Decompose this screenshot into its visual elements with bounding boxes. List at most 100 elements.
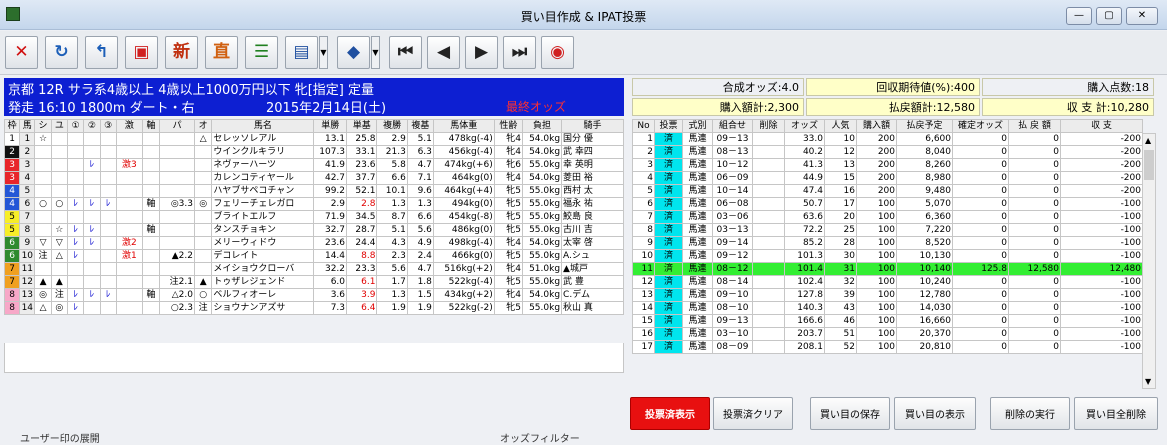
horse-col-header[interactable]: ③ [99,119,117,133]
bet-cell-v[interactable]: 済 [654,301,683,315]
bet-cell-v[interactable]: 済 [654,314,683,328]
horse-row[interactable]: 7 12 ▲ ▲ 注2.1 ▲ トゥザレジェンド 6.0 6.1 1.7 1.8 522kg(-4) 牝… [3,275,624,289]
ipat-button[interactable]: ◉ [541,36,574,69]
prior-button[interactable]: 直 [205,36,238,69]
close-window-button[interactable]: ✕ [1126,7,1158,25]
bet-row[interactable]: 5 済馬連 10－14 47.4 16 200 9,480 0 0 -200 [632,184,1143,198]
bet-cell-d[interactable] [752,340,785,354]
bet-col-header[interactable]: オッズ [784,119,825,133]
horse-col-header[interactable]: 負担 [521,119,563,133]
bet-row[interactable]: 17 済馬連 08－09 208.1 52 100 20,810 0 0 -100 [632,340,1143,354]
bet-cell-d[interactable] [752,262,785,276]
bet-row[interactable]: 2 済馬連 08－13 40.2 12 200 8,040 0 0 -200 [632,145,1143,159]
bet-row[interactable]: 13 済馬連 09－10 127.8 39 100 12,780 0 0 -100 [632,288,1143,302]
dropdown-arrow-icon[interactable]: ▼ [371,36,380,69]
horse-row[interactable]: 6 10 注 △ ﾚ 激1 ▲2.2 デコレイト 14.4 8.8 2.3 2.4 466kg(0) 牝5… [3,249,624,263]
horse-col-header[interactable]: ② [83,119,101,133]
bet-cell-v[interactable]: 済 [654,327,683,341]
bet-cell-d[interactable] [752,236,785,250]
bet-cell-v[interactable]: 済 [654,197,683,211]
bet-row[interactable]: 7 済馬連 03－06 63.6 20 100 6,360 0 0 -100 [632,210,1143,224]
list-button[interactable]: ☰ [245,36,278,69]
bet-row[interactable]: 11 済馬連 08－12 101.4 31 100 10,140 125.8 12,580 12,… [632,262,1143,276]
bet-col-header[interactable]: 払 戻 額 [1008,119,1061,133]
horse-col-header[interactable]: 単勝 [313,119,348,133]
bet-cell-d[interactable] [752,288,785,302]
bet-cell-d[interactable] [752,184,785,198]
bet-col-header[interactable]: No [632,119,655,133]
horse-col-header[interactable]: 馬体重 [432,119,495,133]
odds-button[interactable]: ▣ [125,36,158,69]
bet-cell-d[interactable] [752,249,785,263]
bet-cell-v[interactable]: 済 [654,145,683,159]
bet-col-header[interactable]: 人気 [824,119,857,133]
bet-cell-v[interactable]: 済 [654,132,683,146]
bet-cell-v[interactable]: 済 [654,275,683,289]
newspaper-button[interactable]: 新 [165,36,198,69]
scroll-down-icon[interactable]: ▼ [1145,377,1151,386]
bet-col-header[interactable]: 払戻予定 [896,119,953,133]
bet-cell-d[interactable] [752,327,785,341]
horse-col-header[interactable]: 騎手 [561,119,624,133]
form-button[interactable]: ▤ [285,36,318,69]
bet-cell-d[interactable] [752,301,785,315]
bet-cell-d[interactable] [752,171,785,185]
bet-row[interactable]: 1 済馬連 09－13 33.0 10 200 6,600 0 0 -200 [632,132,1143,146]
next-button[interactable]: ▶ [465,36,498,69]
bet-cell-v[interactable]: 済 [654,340,683,354]
voted-clear-button[interactable]: 投票済クリア [713,397,793,430]
horse-row[interactable]: 3 3 ﾚ 激3 ネヴァーハーツ 41.9 23.6 5.8 4.7 474kg(+6) 牝6 55.… [3,158,624,172]
dropdown-arrow-icon[interactable]: ▼ [319,36,328,69]
horse-row[interactable]: 4 5 ハヤブサペコチャン 99.2 52.1 10.1 9.6 464kg(+4) 牝5 55.… [3,184,624,198]
horse-row[interactable]: 2 2 ウインクルキラリ 107.3 33.1 21.3 6.3 456kg(-4) 牝4 54.… [3,145,624,159]
refresh-button[interactable]: ↻ [45,36,78,69]
bet-col-header[interactable]: 組合せ [712,119,753,133]
bet-row[interactable]: 3 済馬連 10－12 41.3 13 200 8,260 0 0 -200 [632,158,1143,172]
horse-col-header[interactable]: シ [34,119,52,133]
bet-cell-d[interactable] [752,158,785,172]
bet-col-header[interactable]: 投票 [654,119,683,133]
bet-cell-d[interactable] [752,314,785,328]
bet-cell-v[interactable]: 済 [654,158,683,172]
maximize-button[interactable]: ▢ [1096,7,1122,25]
bet-cell-v[interactable]: 済 [654,210,683,224]
return-button[interactable]: ↰ [85,36,118,69]
delete-exec-button[interactable]: 削除の実行 [990,397,1070,430]
horse-row[interactable]: 1 1 ☆ △ セレッソレアル 13.1 25.8 2.9 5.1 478kg(-4) 牝4 54.0… [3,132,624,146]
save-bets-button[interactable]: 買い目の保存 [810,397,890,430]
horse-col-header[interactable]: 複勝 [376,119,408,133]
horse-row[interactable]: 5 8 ☆ ﾚﾚ軸タンスチョキン 32.7 28.7 5.1 5.6 486kg(0) 牝5 55.… [3,223,624,237]
horse-col-header[interactable]: ユ [50,119,68,133]
horse-col-header[interactable]: 性齢 [493,119,523,133]
horse-col-header[interactable]: ① [66,119,85,133]
close-button[interactable]: ✕ [5,36,38,69]
bet-cell-v[interactable]: 済 [654,236,683,250]
bet-row[interactable]: 10 済馬連 09－12 101.3 30 100 10,130 0 0 -100 [632,249,1143,263]
bet-row[interactable]: 6 済馬連 06－08 50.7 17 100 5,070 0 0 -100 [632,197,1143,211]
bet-cell-v[interactable]: 済 [654,262,683,276]
horse-col-header[interactable]: 枠 [3,119,21,133]
bet-cell-v[interactable]: 済 [654,223,683,237]
horse-col-header[interactable]: 複基 [406,119,434,133]
vote-button[interactable]: ◆ [337,36,370,69]
bet-row[interactable]: 14 済馬連 08－10 140.3 43 100 14,030 0 0 -100 [632,301,1143,315]
scroll-up-icon[interactable]: ▲ [1145,136,1151,145]
horse-row[interactable]: 8 13 ◎ 注ﾚﾚﾚ軸 △2.0 ○ ベルフィオーレ 3.6 3.9 1.3 1.5 434kg(+… [3,288,624,302]
horse-row[interactable]: 6 9 ▽ ▽ ﾚﾚ激2 メリーウィドウ 23.6 24.4 4.3 4.9 498kg(-4) 牝4… [3,236,624,250]
horse-row[interactable]: 8 14 △ ◎ ﾚ ○2.3 注ショウナンアズサ 7.3 6.4 1.9 1.9 522kg(-2)… [3,301,624,315]
horse-col-header[interactable]: 軸 [141,119,161,133]
bet-col-header[interactable]: 式別 [682,119,713,133]
bet-cell-v[interactable]: 済 [654,249,683,263]
bet-row[interactable]: 12 済馬連 08－14 102.4 32 100 10,240 0 0 -100 [632,275,1143,289]
bet-row[interactable]: 16 済馬連 03－10 203.7 51 100 20,370 0 0 -100 [632,327,1143,341]
horse-row[interactable]: 5 7 ブライトエルフ 71.9 34.5 8.7 6.6 454kg(-8) 牝5 55.0kg… [3,210,624,224]
bet-cell-d[interactable] [752,145,785,159]
prev-button[interactable]: ◀ [427,36,460,69]
bet-col-header[interactable]: 購入額 [856,119,897,133]
horse-col-header[interactable]: 単基 [346,119,378,133]
horse-row[interactable]: 7 11 メイショウクローバ 32.2 23.3 5.6 4.7 516kg(+2) 牝4 51.… [3,262,624,276]
scroll-thumb[interactable] [1144,150,1154,180]
first-button[interactable]: ⏮ [389,36,422,69]
bet-col-header[interactable]: 確定オッズ [952,119,1009,133]
horse-col-header[interactable]: オ [193,119,213,133]
